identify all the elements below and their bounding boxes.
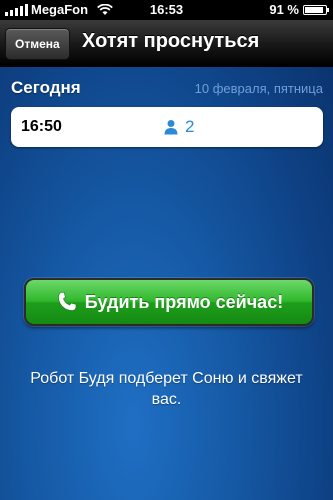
people-count-value: 2	[185, 117, 195, 136]
alarm-time: 16:50	[21, 118, 62, 135]
wake-now-label: Будить прямо сейчас!	[84, 291, 284, 312]
battery-icon	[303, 4, 329, 15]
status-bar: MegaFon 16:53 91 %	[0, 0, 333, 20]
phone-icon	[57, 292, 77, 311]
alarm-row[interactable]: 16:50 2	[11, 107, 323, 147]
alarm-people-count: 2	[163, 117, 194, 137]
section-date: 10 февраля, пятница	[194, 81, 323, 96]
cancel-button[interactable]: Отмена	[5, 28, 70, 60]
description-text: Робот Будя подберет Соню и свяжет вас.	[30, 370, 303, 408]
battery-percent: 91 %	[269, 2, 299, 17]
battery-level	[305, 6, 324, 13]
section-title: Сегодня	[11, 78, 81, 97]
wake-now-button[interactable]: Будить прямо сейчас!	[24, 278, 314, 326]
status-right: 91 %	[269, 2, 329, 17]
page-title: Хотят проснуться	[82, 30, 260, 52]
navigation-bar: Отмена Хотят проснуться	[0, 20, 333, 67]
person-icon	[164, 120, 178, 135]
